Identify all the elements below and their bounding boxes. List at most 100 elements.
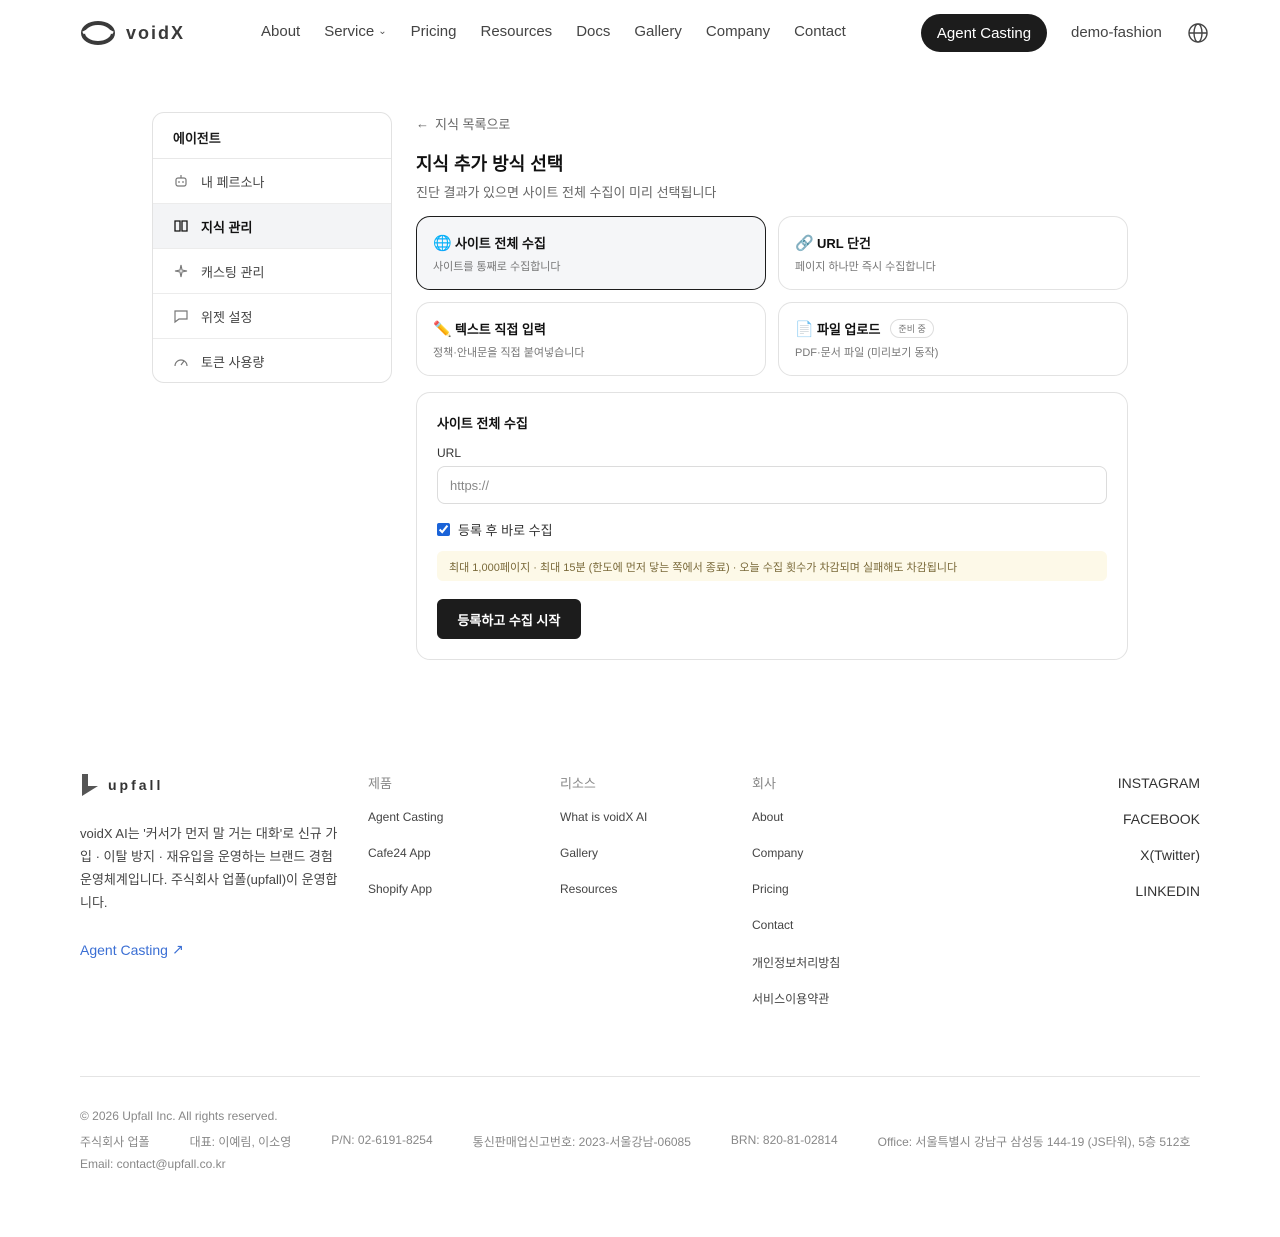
url-input[interactable] (437, 466, 1107, 504)
upfall-logo[interactable]: upfall (80, 772, 163, 798)
biz-office: Office: 서울특별시 강남구 삼성동 144-19 (JS타워), 5층 … (877, 1135, 1191, 1149)
arrow-left-icon: ← (416, 116, 429, 131)
footer-col-company: 회사 About Company Pricing Contact 개인정보처리방… (752, 773, 840, 1026)
external-arrow-icon: ↗ (171, 941, 184, 957)
sidebar-item-label: 내 페르소나 (201, 174, 265, 190)
voidx-logo[interactable]: voidX (80, 20, 185, 46)
nav-gallery[interactable]: Gallery (634, 23, 682, 40)
nav-company[interactable]: Company (706, 23, 770, 40)
option-desc: 페이지 하나만 즉시 수집합니다 (795, 261, 936, 273)
footer-link[interactable]: Shopify App (368, 882, 443, 918)
footer-link[interactable]: Cafe24 App (368, 846, 443, 882)
sidebar-item-label: 토큰 사용량 (201, 355, 265, 370)
option-site-crawl[interactable]: 🌐 사이트 전체 수집 사이트를 통째로 수집합니다 (416, 216, 766, 290)
upfall-logo-icon (82, 774, 98, 796)
option-single-url[interactable]: 🔗 URL 단건 페이지 하나만 즉시 수집합니다 (778, 216, 1128, 290)
social-instagram[interactable]: INSTAGRAM (1118, 775, 1200, 811)
footer-agent-casting-link[interactable]: Agent Casting ↗ (80, 941, 184, 958)
agent-casting-button[interactable]: Agent Casting (921, 14, 1047, 52)
crawl-immediately-row[interactable]: 등록 후 바로 수집 (437, 520, 1107, 539)
workspace-selector[interactable]: demo-fashion (1071, 24, 1162, 41)
chat-icon (174, 310, 188, 324)
social-linkedin[interactable]: LINKEDIN (1118, 883, 1200, 919)
back-link-label: 지식 목록으로 (435, 117, 511, 132)
link-icon: 🔗 (795, 234, 814, 252)
contact-email: Email: contact@upfall.co.kr (80, 1157, 226, 1171)
footer-link[interactable]: Agent Casting (368, 810, 443, 846)
robot-icon (175, 175, 187, 187)
footer-description: voidX AI는 '커서가 먼저 말 거는 대화'로 신규 가입 · 이탈 방… (80, 826, 338, 910)
footer-col-title: 리소스 (560, 776, 596, 791)
social-facebook[interactable]: FACEBOOK (1118, 811, 1200, 847)
sidebar-item-label: 위젯 설정 (201, 309, 253, 325)
back-to-knowledge-list[interactable]: ← 지식 목록으로 (416, 114, 510, 133)
footer-link[interactable]: 개인정보처리방침 (752, 954, 840, 990)
option-title: 사이트 전체 수집 (455, 236, 546, 251)
url-label: URL (437, 446, 462, 460)
sidebar-item-tokens[interactable]: 토큰 사용량 (153, 339, 391, 382)
nav-contact[interactable]: Contact (794, 23, 846, 40)
option-title: URL 단건 (817, 236, 872, 251)
footer-agent-label: Agent Casting (80, 941, 168, 958)
nav-about[interactable]: About (261, 23, 300, 40)
biz-phone: P/N: 02-6191-8254 (331, 1133, 433, 1147)
nav-pricing[interactable]: Pricing (411, 23, 457, 40)
footer-logo-text: upfall (108, 777, 164, 793)
sidebar-item-label: 캐스팅 관리 (201, 264, 265, 280)
register-and-crawl-button[interactable]: 등록하고 수집 시작 (437, 599, 581, 639)
footer-link[interactable]: What is voidX AI (560, 810, 647, 846)
globe-icon: 🌐 (433, 234, 452, 252)
social-links: INSTAGRAM FACEBOOK X(Twitter) LINKEDIN (1118, 775, 1200, 919)
option-desc: PDF·문서 파일 (미리보기 동작) (795, 347, 939, 359)
agent-sidebar: 에이전트 내 페르소나 지식 관리 캐스팅 관리 위젯 설정 토큰 사용량 (152, 112, 392, 383)
social-twitter[interactable]: X(Twitter) (1118, 847, 1200, 883)
book-icon (174, 220, 188, 232)
business-info: 주식회사 업폴 대표: 이예림, 이소영 P/N: 02-6191-8254 통… (80, 1133, 1190, 1150)
sidebar-heading: 에이전트 (153, 113, 391, 159)
option-desc: 사이트를 통째로 수집합니다 (433, 261, 561, 273)
footer-link[interactable]: Resources (560, 882, 647, 918)
sidebar-item-knowledge[interactable]: 지식 관리 (153, 204, 391, 249)
document-icon: 📄 (795, 320, 814, 338)
footer-link[interactable]: Pricing (752, 882, 840, 918)
sidebar-item-persona[interactable]: 내 페르소나 (153, 159, 391, 204)
option-desc: 정책·안내문을 직접 붙여넣습니다 (433, 347, 585, 359)
sparkle-icon (174, 264, 188, 278)
copyright: © 2026 Upfall Inc. All rights reserved. (80, 1109, 278, 1123)
option-file-upload[interactable]: 📄 파일 업로드 준비 중 PDF·문서 파일 (미리보기 동작) (778, 302, 1128, 376)
main-nav: About Service ⌄ Pricing Resources Docs Ga… (261, 23, 870, 40)
page-title: 지식 추가 방식 선택 (416, 154, 564, 174)
nav-docs[interactable]: Docs (576, 23, 610, 40)
biz-ecommerce-no: 통신판매업신고번호: 2023-서울강남-06085 (472, 1135, 691, 1149)
footer-link[interactable]: Gallery (560, 846, 647, 882)
gauge-icon (174, 358, 188, 366)
footer-link[interactable]: Contact (752, 918, 840, 954)
checkbox-label: 등록 후 바로 수집 (458, 523, 553, 538)
footer-col-resources: 리소스 What is voidX AI Gallery Resources (560, 773, 647, 918)
option-title: 파일 업로드 (817, 322, 881, 337)
option-text-input[interactable]: ✏️ 텍스트 직접 입력 정책·안내문을 직접 붙여넣습니다 (416, 302, 766, 376)
globe-icon[interactable] (1187, 22, 1209, 44)
top-header: voidX About Service ⌄ Pricing Resources D… (0, 0, 1280, 66)
footer-link[interactable]: About (752, 810, 840, 846)
status-badge: 준비 중 (890, 319, 934, 338)
option-title: 텍스트 직접 입력 (455, 322, 546, 337)
nav-service-label: Service (324, 23, 375, 40)
sidebar-item-label: 지식 관리 (201, 219, 253, 235)
crawl-limit-notice: 최대 1,000페이지 · 최대 15분 (한도에 먼저 닿는 쪽에서 종료) … (437, 551, 1107, 581)
footer-link[interactable]: Company (752, 846, 840, 882)
pencil-icon: ✏️ (433, 320, 452, 338)
page-subtitle: 진단 결과가 있으면 사이트 전체 수집이 미리 선택됩니다 (416, 185, 717, 200)
footer-divider (80, 1076, 1200, 1077)
crawl-immediately-checkbox[interactable] (437, 523, 450, 536)
chevron-down-icon: ⌄ (378, 26, 387, 37)
sidebar-item-casting[interactable]: 캐스팅 관리 (153, 249, 391, 294)
footer-link[interactable]: 서비스이용약관 (752, 990, 840, 1026)
footer-col-title: 제품 (368, 776, 392, 791)
footer-col-product: 제품 Agent Casting Cafe24 App Shopify App (368, 773, 443, 918)
nav-resources[interactable]: Resources (480, 23, 552, 40)
sidebar-item-widget[interactable]: 위젯 설정 (153, 294, 391, 339)
logo-text: voidX (126, 22, 186, 43)
panel-title: 사이트 전체 수집 (437, 416, 528, 431)
nav-service[interactable]: Service ⌄ (324, 23, 386, 40)
